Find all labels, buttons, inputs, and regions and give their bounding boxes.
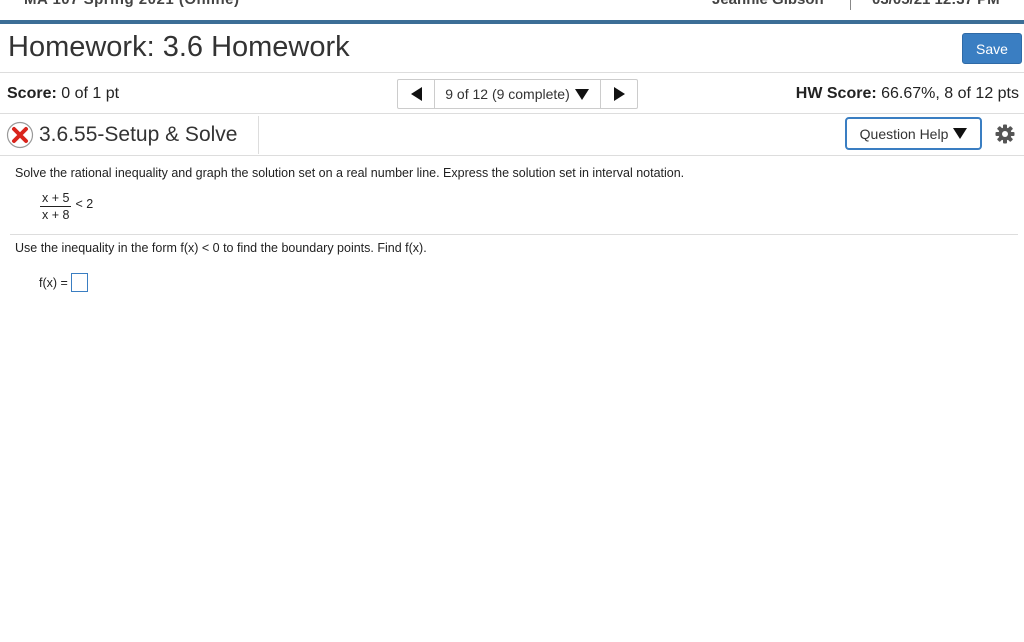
divider bbox=[850, 0, 851, 10]
caret-down-icon bbox=[953, 128, 968, 139]
question-selector-dropdown[interactable]: 9 of 12 (9 complete) bbox=[435, 80, 599, 108]
page-title: Homework: 3.6 Homework bbox=[8, 31, 350, 63]
next-question-button[interactable] bbox=[600, 80, 637, 108]
fraction: x + 5 x + 8 bbox=[40, 191, 72, 222]
datetime: 03/05/21 12:37 PM bbox=[872, 0, 1000, 8]
incorrect-x-icon bbox=[6, 121, 34, 149]
gear-icon[interactable] bbox=[995, 124, 1015, 144]
question-position: 9 of 12 (9 complete) bbox=[445, 86, 570, 102]
question-instruction: Solve the rational inequality and graph … bbox=[15, 166, 685, 180]
question-help-label: Question Help bbox=[859, 125, 949, 142]
question-navigator: 9 of 12 (9 complete) bbox=[397, 79, 638, 109]
denominator: x + 8 bbox=[42, 208, 70, 222]
inequality: x + 5 x + 8 < 2 bbox=[40, 191, 93, 222]
answer-label: f(x) = bbox=[39, 275, 68, 290]
question-help-button[interactable]: Question Help bbox=[845, 117, 982, 150]
question-title: 3.6.55-Setup & Solve bbox=[39, 123, 238, 146]
inequality-relation: < 2 bbox=[75, 196, 94, 211]
course-name: MA 107 Spring 2021 (Online) bbox=[24, 0, 240, 8]
numerator: x + 5 bbox=[40, 191, 72, 207]
score-label: Score: bbox=[7, 85, 57, 102]
arrow-left-icon bbox=[410, 87, 422, 101]
step-instruction: Use the inequality in the form f(x) < 0 … bbox=[15, 241, 427, 255]
answer-row: f(x) = bbox=[39, 273, 88, 292]
save-button[interactable]: Save bbox=[962, 33, 1022, 64]
hwscore-value: 66.67%, 8 of 12 pts bbox=[881, 85, 1019, 102]
divider bbox=[0, 113, 1024, 114]
hwscore-label: HW Score: bbox=[795, 85, 877, 102]
divider bbox=[0, 155, 1024, 156]
divider bbox=[10, 234, 1018, 235]
score-value: 0 of 1 pt bbox=[61, 85, 120, 102]
homework-score: HW Score: 66.67%, 8 of 12 pts bbox=[796, 85, 1019, 103]
caret-down-icon bbox=[574, 88, 589, 100]
answer-input[interactable] bbox=[70, 273, 88, 292]
previous-question-button[interactable] bbox=[398, 80, 435, 108]
question-score: Score: 0 of 1 pt bbox=[7, 85, 119, 103]
question-header: 3.6.55-Setup & Solve bbox=[4, 116, 259, 154]
user-name[interactable]: Jeannie Gibson bbox=[712, 0, 824, 8]
divider bbox=[0, 72, 1024, 73]
top-info-strip: MA 107 Spring 2021 (Online) Jeannie Gibs… bbox=[0, 0, 1024, 20]
arrow-right-icon bbox=[613, 87, 625, 101]
header-accent-bar bbox=[0, 20, 1024, 24]
